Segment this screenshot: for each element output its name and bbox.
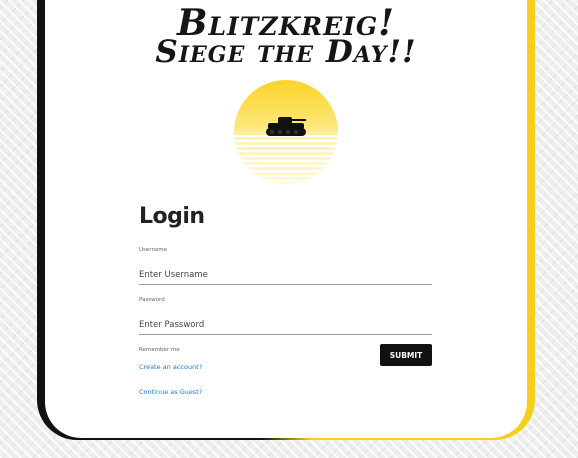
login-heading: Login [139,204,205,229]
app-subtitle: Siege the Day!! [155,34,417,70]
password-label: Password [139,297,165,303]
create-account-link[interactable]: Create an account? [139,363,202,371]
sun-stripes [234,132,338,184]
username-input[interactable] [139,266,432,285]
continue-as-guest-link[interactable]: Continue as Guest? [139,388,202,396]
remember-me-label[interactable]: Remember me [139,347,180,353]
tank-icon [266,117,306,136]
submit-button[interactable]: SUBMIT [380,344,432,366]
password-input[interactable] [139,316,432,335]
username-label: Username [139,247,168,253]
